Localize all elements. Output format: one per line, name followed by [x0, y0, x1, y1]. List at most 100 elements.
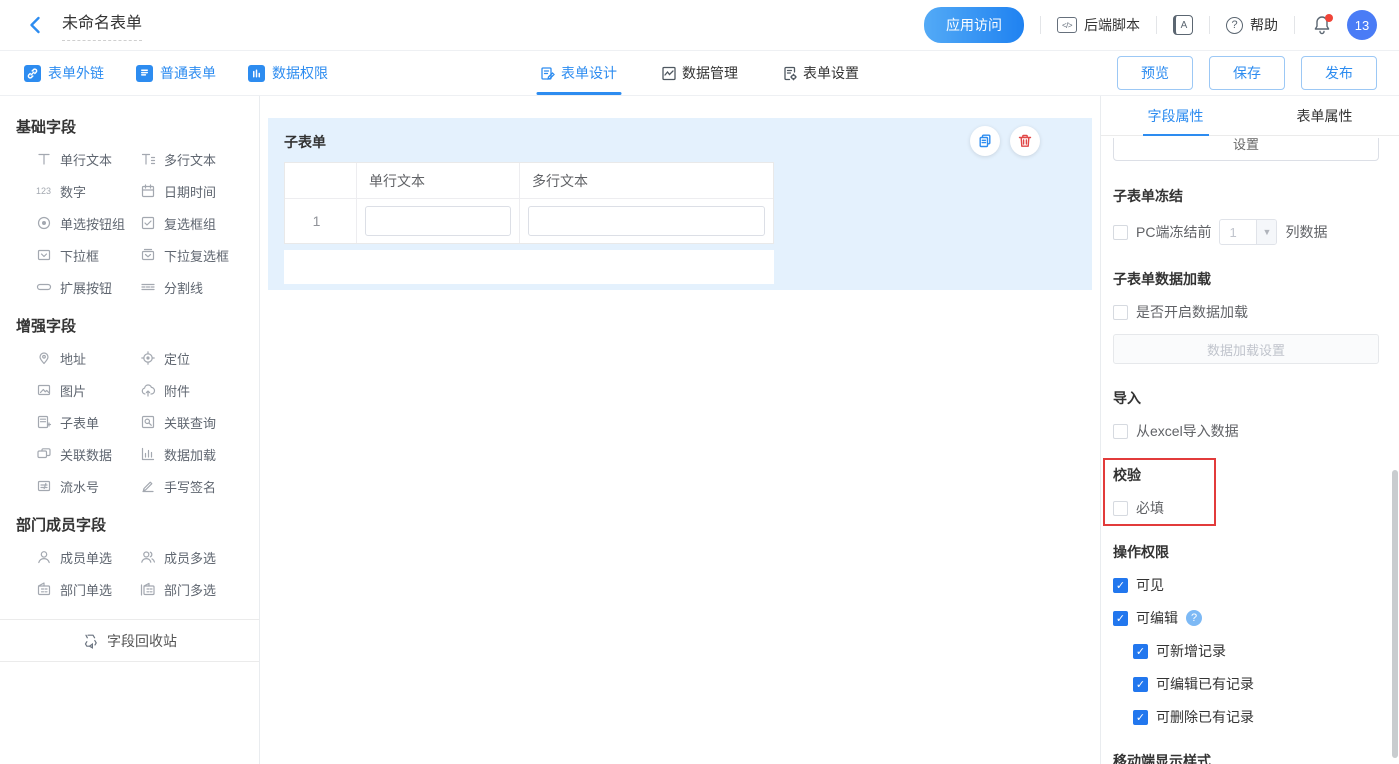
palette-item-datetime[interactable]: 日期时间 [140, 175, 259, 207]
linked-data-icon [37, 448, 51, 459]
validation-heading: 校验 [1113, 467, 1141, 483]
tab-field-properties[interactable]: 字段属性 [1101, 96, 1250, 135]
palette-item-lookup-query[interactable]: 关联查询 [140, 406, 259, 438]
member-multi-icon [141, 551, 155, 563]
table-row: 1 [285, 199, 773, 243]
can-edit-record-checkbox[interactable]: ✓ [1133, 676, 1148, 692]
backend-script-button[interactable]: </> 后端脚本 [1057, 15, 1140, 35]
normal-form-button[interactable]: 普通表单 [136, 63, 216, 83]
visible-checkbox[interactable]: ✓ [1113, 577, 1128, 593]
palette-item-image[interactable]: 图片 [36, 374, 140, 406]
editable-help-icon[interactable]: ? [1186, 610, 1202, 626]
form-external-link-button[interactable]: 表单外链 [24, 63, 104, 83]
import-heading: 导入 [1113, 390, 1141, 406]
subform-table-header: 单行文本 多行文本 [285, 163, 773, 199]
palette-label: 成员单选 [60, 550, 113, 566]
subform-widget-selected[interactable]: 子表单 单行文本 多行文本 1 [268, 118, 1092, 290]
palette-item-number[interactable]: 123 数字 [36, 175, 140, 207]
palette-item-subform[interactable]: 子表单 [36, 406, 140, 438]
expand-button-icon [36, 283, 52, 291]
excel-import-checkbox[interactable] [1113, 423, 1128, 439]
palette-label: 下拉复选框 [164, 248, 230, 264]
settings-button[interactable]: 设置 [1113, 138, 1379, 161]
copy-widget-button[interactable] [970, 126, 1000, 156]
tab-form-settings-label: 表单设置 [803, 65, 859, 81]
palette-label: 单选按钮组 [60, 216, 126, 232]
chevron-left-icon [30, 16, 40, 34]
preview-button[interactable]: 预览 [1117, 56, 1193, 90]
document-icon [136, 64, 153, 82]
required-checkbox[interactable] [1113, 500, 1128, 516]
palette-item-multi-select[interactable]: 下拉复选框 [140, 239, 259, 271]
subform-freeze-heading: 子表单冻结 [1113, 188, 1183, 204]
data-permission-button[interactable]: 数据权限 [248, 63, 328, 83]
palette-item-select[interactable]: 下拉框 [36, 239, 140, 271]
freeze-column-select[interactable]: 1 ▼ [1219, 219, 1278, 245]
palette-label: 单行文本 [60, 152, 113, 168]
palette-item-radio-group[interactable]: 单选按钮组 [36, 207, 140, 239]
data-load-settings-button[interactable]: 数据加载设置 [1113, 334, 1379, 364]
tab-form-properties[interactable]: 表单属性 [1250, 96, 1399, 135]
pc-freeze-checkbox[interactable] [1113, 224, 1128, 240]
subform-table-footer [284, 250, 774, 284]
palette-item-address[interactable]: 地址 [36, 342, 140, 374]
row-index: 1 [285, 199, 357, 243]
trash-icon [1018, 134, 1032, 147]
tab-data-manage[interactable]: 数据管理 [661, 51, 738, 95]
palette-label: 多行文本 [164, 152, 217, 168]
field-recycle-bin-label: 字段回收站 [107, 632, 177, 649]
data-manage-icon [661, 66, 676, 80]
palette-item-attachment[interactable]: 附件 [140, 374, 259, 406]
palette-item-expand-button[interactable]: 扩展按钮 [36, 271, 140, 303]
palette-item-single-line-text[interactable]: 单行文本 [36, 143, 140, 175]
palette-label: 图片 [60, 383, 87, 399]
palette-item-signature[interactable]: 手写签名 [140, 470, 259, 502]
palette-item-dept-single[interactable]: 部门单选 [36, 573, 140, 605]
palette-label: 定位 [164, 351, 191, 367]
single-line-input[interactable] [365, 206, 511, 236]
subform-icon [37, 415, 52, 429]
multi-line-input[interactable] [528, 206, 765, 236]
field-recycle-bin-button[interactable]: 字段回收站 [0, 620, 259, 662]
image-icon [37, 384, 51, 396]
editable-checkbox[interactable]: ✓ [1113, 610, 1128, 626]
clipped-settings-button-wrap: 设置 [1113, 138, 1379, 162]
palette-item-location[interactable]: 定位 [140, 342, 259, 374]
user-avatar[interactable]: 13 [1347, 10, 1377, 40]
address-icon [39, 352, 49, 365]
notification-bell-button[interactable] [1311, 14, 1333, 36]
mobile-style-heading: 移动端显示样式 [1113, 753, 1211, 764]
palette-label: 日期时间 [164, 184, 217, 200]
code-icon: </> [1057, 17, 1077, 33]
enable-data-load-checkbox[interactable] [1113, 304, 1128, 320]
back-button[interactable] [24, 14, 46, 36]
bar-chart-icon [248, 64, 265, 82]
form-title[interactable]: 未命名表单 [62, 9, 143, 41]
app-access-button[interactable]: 应用访问 [924, 7, 1024, 43]
palette-item-checkbox-group[interactable]: 复选框组 [140, 207, 259, 239]
can-add-record-checkbox[interactable]: ✓ [1133, 643, 1148, 659]
palette-item-member-single[interactable]: 成员单选 [36, 541, 140, 573]
help-button[interactable]: ? 帮助 [1226, 15, 1278, 35]
design-canvas[interactable]: 子表单 单行文本 多行文本 1 [260, 96, 1100, 764]
palette-item-linked-data[interactable]: 关联数据 [36, 438, 140, 470]
subform-data-load-heading: 子表单数据加载 [1113, 271, 1211, 287]
address-book-button[interactable]: A [1173, 15, 1193, 35]
tab-form-settings[interactable]: 表单设置 [782, 51, 859, 95]
palette-item-divider-line[interactable]: 分割线 [140, 271, 259, 303]
link-icon [24, 64, 41, 82]
attachment-icon [141, 384, 156, 397]
panel-scrollbar[interactable] [1392, 470, 1398, 758]
palette-item-data-load[interactable]: 数据加载 [140, 438, 259, 470]
palette-item-serial-number[interactable]: 流水号 [36, 470, 140, 502]
palette-item-member-multi[interactable]: 成员多选 [140, 541, 259, 573]
tab-form-design[interactable]: 表单设计 [536, 51, 621, 95]
save-button[interactable]: 保存 [1209, 56, 1285, 90]
publish-button[interactable]: 发布 [1301, 56, 1377, 90]
can-delete-record-checkbox[interactable]: ✓ [1133, 709, 1148, 725]
delete-widget-button[interactable] [1010, 126, 1040, 156]
palette-item-dept-multi[interactable]: 部门多选 [140, 573, 259, 605]
palette-item-multi-line-text[interactable]: 多行文本 [140, 143, 259, 175]
signature-icon [142, 481, 154, 493]
header-cell-single-line: 单行文本 [357, 163, 520, 198]
